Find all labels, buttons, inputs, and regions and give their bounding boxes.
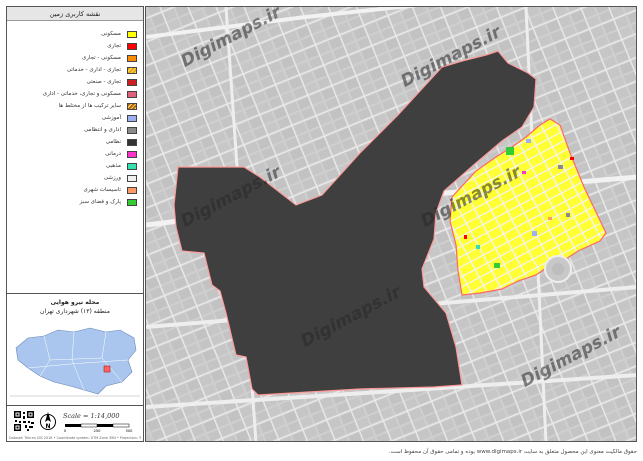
legend-item: درمانی — [9, 149, 141, 161]
legend-panel: نقشه کاربری زمین مسکونی تجاری مسکونی - تجا… — [6, 6, 144, 442]
roundabout-center — [552, 263, 564, 275]
legend-item: آموزشی — [9, 113, 141, 125]
tehran-outline — [15, 327, 137, 395]
legend-label: درمانی — [105, 151, 121, 157]
legend-label: تاسیسات شهری — [83, 187, 121, 193]
legend-swatch — [127, 79, 137, 86]
legend-title: نقشه کاربری زمین — [7, 7, 143, 21]
scale-text: Scale = 1:14,000 — [63, 412, 120, 420]
admin-patch — [558, 165, 563, 169]
health-patch — [522, 171, 526, 174]
legend-label: اداری و انتظامی — [83, 127, 121, 133]
admin-patch — [566, 213, 570, 217]
education-patch — [532, 231, 537, 236]
locator-section: محله نیرو هوایی منطقه (۱۳) شهرداری تهران — [7, 293, 143, 403]
scale-tick-2: 500 — [126, 429, 133, 433]
land-use-map: Digimaps.ir Digimaps.ir Digimaps.ir Digi… — [145, 6, 637, 442]
legend-item: تاسیسات شهری — [9, 185, 141, 197]
legend-item: سایر ترکیب ها از مختلط ها — [9, 101, 141, 113]
scale-bar: 0 250 500 — [64, 423, 133, 433]
legend-item: تجاری - اداری - خدماتی — [9, 65, 141, 77]
legend-swatch — [127, 31, 137, 38]
legend-item: پارک و فضای سبز — [9, 197, 141, 209]
legend-item: مسکونی - تجاری — [9, 53, 141, 65]
legend-swatch — [127, 55, 137, 62]
legend-swatch — [127, 91, 137, 98]
legend-label: آموزشی — [101, 115, 121, 121]
legend-label: تجاری — [107, 43, 121, 49]
legend-label: تجاری - صنعتی — [86, 79, 121, 85]
legend-item: اداری و انتظامی — [9, 125, 141, 137]
legend-swatch — [127, 115, 137, 122]
legend-label: مسکونی — [101, 31, 121, 37]
legend-swatch — [127, 43, 137, 50]
legend-label: تجاری - اداری - خدماتی — [66, 67, 121, 73]
legend-swatch — [127, 67, 137, 74]
legend-item: تجاری — [9, 41, 141, 53]
scale-tick-0: 0 — [64, 429, 67, 433]
legend-swatch — [127, 187, 137, 194]
legend-label: سایر ترکیب ها از مختلط ها — [58, 103, 121, 109]
park-patch — [506, 147, 514, 155]
bottom-section: N Scale = 1:14,000 0 250 500 Dataset: Te… — [7, 405, 143, 441]
legend-swatch — [127, 127, 137, 134]
legend-list: مسکونی تجاری مسکونی - تجاری تجاری - اداری -… — [9, 29, 141, 291]
locator-area-name: محله نیرو هوایی — [50, 299, 100, 306]
legend-label: ورزشی — [103, 175, 121, 181]
legend-item: مسکونی — [9, 29, 141, 41]
religious-patch — [476, 245, 480, 249]
svg-text:N: N — [45, 423, 50, 430]
locator-highlight — [103, 365, 111, 373]
map-canvas — [146, 7, 636, 441]
legend-label: پارک و فضای سبز — [79, 199, 121, 205]
legend-item: نظامی — [9, 137, 141, 149]
legend-swatch — [127, 199, 137, 206]
education-patch — [526, 139, 531, 143]
legend-item: تجاری - صنعتی — [9, 77, 141, 89]
park-patch — [494, 263, 500, 268]
legend-label: نظامی — [105, 139, 121, 145]
locator-district: منطقه (۱۳) شهرداری تهران — [40, 308, 110, 315]
legend-label: مذهبی — [106, 163, 121, 169]
north-arrow-icon: N — [40, 412, 56, 430]
legend-item: مسکونی و تجاری، خدماتی - اداری — [9, 89, 141, 101]
scale-tick-1: 250 — [94, 429, 102, 433]
bottom-note: Dataset: Tehran GIS 2018 • Coordinate sy… — [9, 436, 141, 440]
legend-swatch — [127, 163, 137, 170]
commercial-patch — [570, 157, 574, 160]
legend-swatch — [127, 139, 137, 146]
qr-code-icon — [13, 410, 35, 432]
legend-item: ورزشی — [9, 173, 141, 185]
legend-swatch — [127, 151, 137, 158]
map-sheet: نقشه کاربری زمین مسکونی تجاری مسکونی - تجا… — [0, 0, 643, 461]
facility-patch — [548, 217, 552, 220]
legend-item: مذهبی — [9, 161, 141, 173]
commercial-patch — [464, 235, 467, 239]
legend-swatch — [127, 103, 137, 110]
legend-label: مسکونی و تجاری، خدماتی - اداری — [42, 91, 121, 97]
legend-swatch — [127, 175, 137, 182]
copyright-footer: حقوق مالکیت معنوی این محصول متعلق به سای… — [388, 449, 637, 455]
legend-label: مسکونی - تجاری — [81, 55, 121, 61]
locator-map — [10, 327, 140, 397]
